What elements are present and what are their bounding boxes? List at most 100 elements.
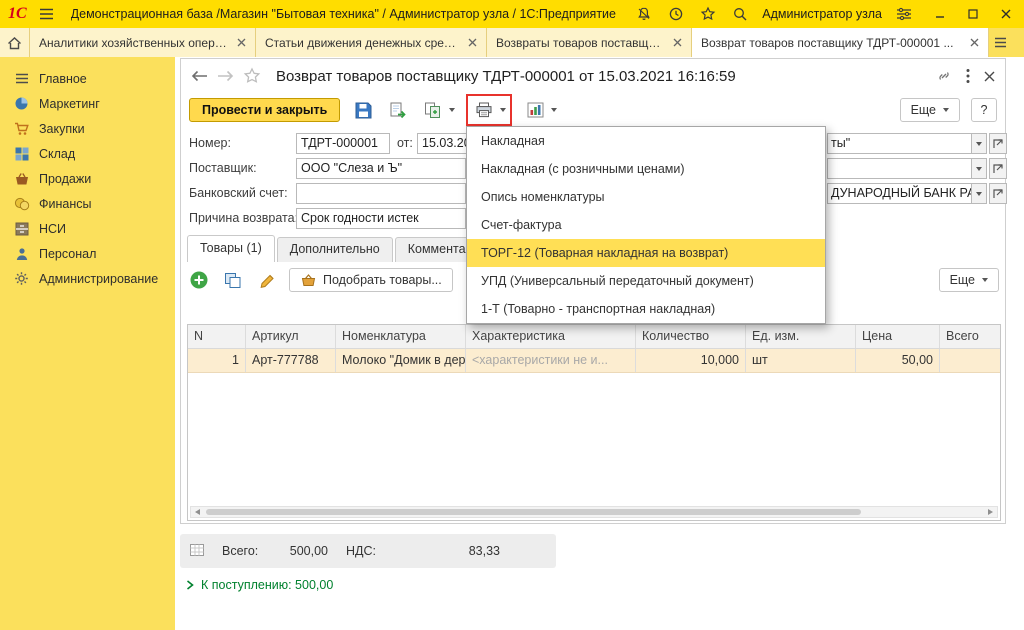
tab-close-icon[interactable] xyxy=(970,38,979,47)
col-header-n[interactable]: N xyxy=(188,325,246,348)
current-user-label[interactable]: Администратор узла xyxy=(762,7,882,21)
back-button[interactable] xyxy=(191,70,208,82)
cell-characteristic[interactable]: <характеристики не и... xyxy=(466,349,636,372)
more-vertical-dots-icon[interactable] xyxy=(966,68,970,84)
tab-cash-flow-items[interactable]: Статьи движения денежных средств xyxy=(256,28,487,57)
total-value: 500,00 xyxy=(270,534,328,568)
sidebar-item-warehouse[interactable]: Склад xyxy=(0,141,175,166)
add-row-icon[interactable] xyxy=(187,268,211,292)
number-input[interactable]: ТДРТ-000001 xyxy=(296,133,390,154)
right-field-3[interactable]: ДУНАРОДНЫЙ БАНК РА xyxy=(827,183,1007,204)
cell-nomenclature[interactable]: Молоко "Домик в дер... xyxy=(336,349,466,372)
combo-dropdown-button[interactable] xyxy=(971,133,987,154)
combo-dropdown-button[interactable] xyxy=(971,158,987,179)
post-and-close-button[interactable]: Провести и закрыть xyxy=(189,98,340,122)
create-based-on-button[interactable] xyxy=(421,98,455,122)
sidebar-item-label: Склад xyxy=(39,147,75,161)
sidebar-item-main[interactable]: Главное xyxy=(0,66,175,91)
tab-return-document[interactable]: Возврат товаров поставщику ТДРТ-000001 .… xyxy=(692,28,989,57)
horizontal-scrollbar[interactable] xyxy=(190,506,998,518)
close-window-icon[interactable] xyxy=(996,4,1016,24)
maximize-icon[interactable] xyxy=(963,4,983,24)
sidebar-item-sales[interactable]: Продажи xyxy=(0,166,175,191)
scroll-left-arrow-icon[interactable] xyxy=(195,509,200,515)
right-field-1[interactable]: ты" xyxy=(827,133,1007,154)
col-header-total[interactable]: Всего xyxy=(940,325,1000,348)
right-field-3-value[interactable]: ДУНАРОДНЫЙ БАНК РА xyxy=(827,183,971,204)
print-button[interactable] xyxy=(466,94,512,126)
copy-row-icon[interactable] xyxy=(221,268,245,292)
favorites-star-icon[interactable] xyxy=(698,4,718,24)
history-icon[interactable] xyxy=(666,4,686,24)
favorite-star-icon[interactable] xyxy=(243,67,261,85)
sidebar-item-administration[interactable]: Администрирование xyxy=(0,266,175,291)
sidebar-item-purchases[interactable]: Закупки xyxy=(0,116,175,141)
cell-quantity[interactable]: 10,000 xyxy=(636,349,746,372)
post-document-icon[interactable] xyxy=(386,98,410,122)
more-button[interactable]: Еще xyxy=(900,98,960,122)
items-more-label: Еще xyxy=(950,273,975,287)
items-more-button[interactable]: Еще xyxy=(939,268,999,292)
home-button[interactable] xyxy=(0,28,30,57)
right-field-2-value[interactable] xyxy=(827,158,971,179)
col-header-nomenclature[interactable]: Номенклатура xyxy=(336,325,466,348)
pick-goods-button[interactable]: Подобрать товары... xyxy=(289,268,453,292)
help-button[interactable]: ? xyxy=(971,98,997,122)
cell-article[interactable]: Арт-777788 xyxy=(246,349,336,372)
totals-grid-icon[interactable] xyxy=(190,544,204,559)
coins-icon xyxy=(13,195,30,212)
menu-item-1t[interactable]: 1-Т (Товарно - транспортная накладная) xyxy=(467,295,825,323)
edit-pencil-icon[interactable] xyxy=(255,268,279,292)
scrollbar-thumb[interactable] xyxy=(206,509,861,515)
col-header-article[interactable]: Артикул xyxy=(246,325,336,348)
tab-close-icon[interactable] xyxy=(468,38,477,47)
get-link-icon[interactable] xyxy=(936,68,952,84)
bank-account-input[interactable] xyxy=(296,183,466,204)
open-item-button[interactable] xyxy=(989,183,1007,204)
tab-list-icon[interactable] xyxy=(989,28,1011,57)
forward-button[interactable] xyxy=(217,70,234,82)
right-field-1-value[interactable]: ты" xyxy=(827,133,971,154)
cell-unit[interactable]: шт xyxy=(746,349,856,372)
tab-additional[interactable]: Дополнительно xyxy=(277,237,393,262)
open-item-button[interactable] xyxy=(989,158,1007,179)
reports-button[interactable] xyxy=(523,98,557,122)
tab-returns-list[interactable]: Возвраты товаров поставщикам xyxy=(487,28,692,57)
search-icon[interactable] xyxy=(730,4,750,24)
col-header-price[interactable]: Цена xyxy=(856,325,940,348)
minimize-icon[interactable] xyxy=(930,4,950,24)
supplier-input[interactable]: ООО "Слеза и Ъ" xyxy=(296,158,466,179)
close-document-icon[interactable] xyxy=(984,71,995,82)
notifications-bell-icon[interactable] xyxy=(634,4,654,24)
tab-analytics[interactable]: Аналитики хозяйственных операций xyxy=(30,28,256,57)
menu-item-upd[interactable]: УПД (Универсальный передаточный документ… xyxy=(467,267,825,295)
cell-n[interactable]: 1 xyxy=(188,349,246,372)
sidebar-item-marketing[interactable]: Маркетинг xyxy=(0,91,175,116)
col-header-characteristic[interactable]: Характеристика xyxy=(466,325,636,348)
sidebar-item-finance[interactable]: Финансы xyxy=(0,191,175,216)
menu-item-torg12[interactable]: ТОРГ-12 (Товарная накладная на возврат) xyxy=(467,239,825,267)
sidebar-item-nsi[interactable]: НСИ xyxy=(0,216,175,241)
menu-item-nakladnaya-retail[interactable]: Накладная (с розничными ценами) xyxy=(467,155,825,183)
save-icon[interactable] xyxy=(351,98,375,122)
col-header-unit[interactable]: Ед. изм. xyxy=(746,325,856,348)
cell-total[interactable] xyxy=(940,349,1000,372)
menu-item-schet-faktura[interactable]: Счет-фактура xyxy=(467,211,825,239)
tab-goods[interactable]: Товары (1) xyxy=(187,235,275,262)
menu-item-nakladnaya[interactable]: Накладная xyxy=(467,127,825,155)
table-row[interactable]: 1 Арт-777788 Молоко "Домик в дер... <хар… xyxy=(188,349,1000,373)
return-reason-input[interactable]: Срок годности истек xyxy=(296,208,466,229)
right-field-2[interactable] xyxy=(827,158,1007,179)
combo-dropdown-button[interactable] xyxy=(971,183,987,204)
sidebar-item-staff[interactable]: Персонал xyxy=(0,241,175,266)
receipt-link[interactable]: К поступлению: 500,00 xyxy=(186,578,333,592)
cell-price[interactable]: 50,00 xyxy=(856,349,940,372)
tab-close-icon[interactable] xyxy=(673,38,682,47)
col-header-quantity[interactable]: Количество xyxy=(636,325,746,348)
tab-close-icon[interactable] xyxy=(237,38,246,47)
user-settings-sliders-icon[interactable] xyxy=(894,4,914,24)
open-item-button[interactable] xyxy=(989,133,1007,154)
scroll-right-arrow-icon[interactable] xyxy=(988,509,993,515)
main-menu-hamburger-icon[interactable] xyxy=(37,4,57,24)
menu-item-opis[interactable]: Опись номенклатуры xyxy=(467,183,825,211)
